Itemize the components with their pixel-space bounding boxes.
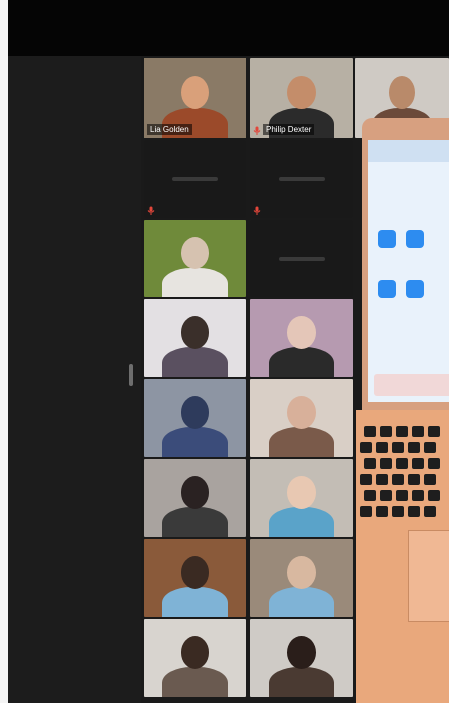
participant-body [268, 587, 335, 617]
participant-tile[interactable]: Philip Dexter [250, 58, 353, 138]
laptop-trackpad [408, 530, 449, 622]
left-edge-background [0, 0, 8, 703]
participant-body [162, 267, 228, 297]
camera-off-placeholder [172, 177, 218, 181]
participant-body [268, 667, 335, 697]
participant-name: Philip Dexter [263, 124, 315, 135]
app-icon [406, 230, 424, 248]
participant-tile[interactable] [250, 459, 353, 537]
app-icon [406, 280, 424, 298]
participant-name: Lia Golden [147, 124, 192, 135]
camera-off-placeholder [278, 256, 325, 261]
participant-head [180, 316, 210, 349]
laptop-screen-toolbar [368, 140, 449, 162]
participant-tile[interactable] [250, 299, 353, 377]
participant-head [388, 75, 416, 110]
participant-head [287, 316, 316, 349]
participant-body [268, 507, 335, 537]
participant-head [180, 636, 210, 669]
participant-tile[interactable] [250, 140, 353, 218]
participant-tile[interactable] [144, 220, 246, 297]
camera-off-placeholder [278, 177, 325, 181]
participant-tile[interactable] [144, 140, 246, 218]
participant-tile[interactable] [144, 299, 246, 377]
participant-body [268, 427, 335, 457]
muted-mic-icon [253, 126, 261, 135]
participant-body [162, 347, 228, 377]
participant-head [287, 636, 316, 669]
panel-resize-handle[interactable] [129, 364, 133, 386]
participant-head [287, 75, 316, 110]
participant-head [287, 476, 316, 509]
participant-tile[interactable]: Lia Golden [144, 58, 246, 138]
laptop-screen [368, 140, 449, 402]
participant-head [287, 396, 316, 429]
participant-body [162, 507, 228, 537]
participant-head [287, 556, 316, 589]
participant-tile[interactable] [250, 539, 353, 617]
participant-tile[interactable] [144, 379, 246, 457]
participant-body [162, 667, 228, 697]
app-icon [378, 230, 396, 248]
participant-tile[interactable] [144, 619, 246, 697]
participant-head [180, 396, 210, 429]
app-icon [378, 280, 396, 298]
participant-tile[interactable] [144, 539, 246, 617]
participant-body [162, 427, 228, 457]
participant-body [162, 587, 228, 617]
participant-head [180, 476, 210, 509]
participant-tile[interactable] [250, 619, 353, 697]
participant-head [180, 556, 210, 589]
shared-content-area [8, 56, 141, 703]
muted-mic-icon [253, 206, 261, 215]
laptop-dock [374, 374, 449, 396]
participant-tile[interactable] [250, 379, 353, 457]
top-bar [8, 0, 449, 56]
muted-mic-icon [147, 206, 155, 215]
participant-tile[interactable] [144, 459, 246, 537]
participant-body [268, 347, 335, 377]
participant-tile[interactable] [250, 220, 353, 297]
laptop-illustration [356, 110, 449, 703]
